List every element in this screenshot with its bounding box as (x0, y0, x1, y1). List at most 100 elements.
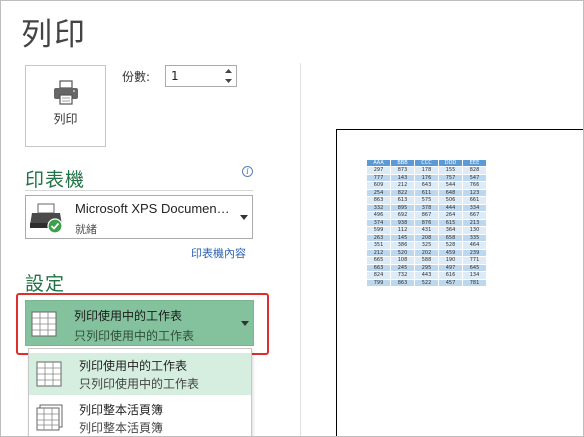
preview-cell: 334 (462, 203, 487, 212)
printer-properties-link[interactable]: 印表機內容 (191, 245, 246, 261)
preview-cell: 443 (414, 271, 439, 280)
preview-cell: 506 (438, 196, 463, 205)
preview-cell: 351 (366, 241, 391, 250)
preview-cell: 378 (414, 203, 439, 212)
option-title: 列印整本活頁簿 (79, 403, 164, 417)
preview-table: AAA BBB CCC DDD EEE 297 873 178 155 828 777 143 176… (366, 159, 487, 287)
preview-cell: 464 (462, 241, 487, 250)
preview-cell: 665 (366, 256, 391, 265)
option-active-sheets[interactable]: 列印使用中的工作表 只列印使用中的工作表 (29, 353, 251, 395)
printer-icon (54, 80, 78, 105)
option-title: 列印使用中的工作表 (79, 359, 188, 373)
preview-cell: 777 (366, 173, 391, 182)
preview-cell: 254 (366, 188, 391, 197)
preview-cell: 613 (390, 196, 415, 205)
printer-divider (25, 190, 253, 191)
preview-cell: 457 (438, 278, 463, 287)
preview-row: 777 143 176 757 547 (366, 173, 487, 182)
preview-cell: 938 (390, 218, 415, 227)
preview-row: 351 386 325 528 464 (366, 241, 487, 250)
copies-input[interactable]: 1 (165, 65, 237, 87)
preview-cell: 609 (366, 181, 391, 190)
print-scope-menu: 列印使用中的工作表 只列印使用中的工作表 列印整本活頁簿 列印整本活頁簿 (28, 348, 252, 436)
preview-row: 374 938 876 615 213 (366, 218, 487, 227)
preview-cell: 145 (390, 233, 415, 242)
preview-cell: 544 (438, 181, 463, 190)
preview-cell: 867 (414, 211, 439, 220)
printer-name: Microsoft XPS Documen… (75, 201, 230, 216)
preview-cell: 155 (438, 166, 463, 175)
preview-row: 863 613 575 506 661 (366, 196, 487, 205)
page-title: 列印 (21, 17, 87, 53)
preview-cell: 522 (414, 278, 439, 287)
preview-cell: 863 (390, 278, 415, 287)
chevron-down-icon (240, 215, 248, 220)
preview-row: 799 863 522 457 781 (366, 278, 487, 287)
preview-row: 212 520 202 459 239 (366, 248, 487, 257)
worksheet-icon (36, 361, 62, 387)
preview-cell: 873 (390, 166, 415, 175)
preview-cell: 245 (390, 263, 415, 272)
preview-cell: 643 (414, 181, 439, 190)
preview-cell: 616 (438, 271, 463, 280)
preview-cell: 895 (390, 203, 415, 212)
preview-row: 824 732 443 616 134 (366, 271, 487, 280)
preview-cell: 364 (438, 226, 463, 235)
option-subtitle: 列印整本活頁簿 (79, 421, 164, 435)
preview-cell: 876 (414, 218, 439, 227)
preview-cell: 822 (390, 188, 415, 197)
printer-ready-icon (30, 203, 63, 234)
preview-cell: 263 (366, 233, 391, 242)
printer-select[interactable]: Microsoft XPS Documen… 就緒 (25, 195, 253, 239)
preview-cell: 325 (414, 241, 439, 250)
preview-row: 297 873 178 155 828 (366, 166, 487, 175)
preview-cell: 208 (414, 233, 439, 242)
preview-cell: 648 (438, 188, 463, 197)
preview-cell: 528 (438, 241, 463, 250)
preview-cell: 781 (462, 278, 487, 287)
preview-row: 599 112 431 364 130 (366, 226, 487, 235)
preview-cell: 444 (438, 203, 463, 212)
preview-cell: 663 (366, 263, 391, 272)
preview-cell: 496 (366, 211, 391, 220)
preview-cell: 239 (462, 248, 487, 257)
preview-header-cell: AAA (366, 159, 391, 167)
preview-cell: 771 (462, 256, 487, 265)
info-icon[interactable]: i (242, 166, 253, 177)
preview-cell: 575 (414, 196, 439, 205)
preview-cell: 108 (390, 256, 415, 265)
option-entire-workbook[interactable]: 列印整本活頁簿 列印整本活頁簿 (29, 397, 251, 436)
preview-cell: 588 (414, 256, 439, 265)
preview-cell: 645 (462, 263, 487, 272)
preview-cell: 431 (414, 226, 439, 235)
preview-row: 665 108 588 190 771 (366, 256, 487, 265)
preview-cell: 520 (390, 248, 415, 257)
preview-row: 254 822 611 648 123 (366, 188, 487, 197)
preview-cell: 661 (462, 196, 487, 205)
preview-cell: 386 (390, 241, 415, 250)
preview-cell: 615 (438, 218, 463, 227)
preview-cell: 178 (414, 166, 439, 175)
preview-cell: 212 (366, 248, 391, 257)
preview-cell: 599 (366, 226, 391, 235)
preview-cell: 374 (366, 218, 391, 227)
preview-cell: 611 (414, 188, 439, 197)
preview-cell: 335 (462, 233, 487, 242)
spin-down-icon[interactable] (222, 76, 235, 86)
preview-header-cell: CCC (414, 159, 439, 167)
preview-cell: 692 (390, 211, 415, 220)
preview-cell: 658 (438, 233, 463, 242)
preview-cell: 332 (366, 203, 391, 212)
preview-cell: 497 (438, 263, 463, 272)
option-subtitle: 只列印使用中的工作表 (79, 377, 200, 391)
preview-cell: 766 (462, 181, 487, 190)
spin-up-icon[interactable] (222, 66, 235, 76)
preview-cell: 143 (390, 173, 415, 182)
print-button[interactable]: 列印 (25, 65, 106, 147)
workbook-icon (36, 404, 63, 431)
preview-header-cell: DDD (438, 159, 463, 167)
preview-row: 496 692 867 264 667 (366, 211, 487, 220)
preview-header-cell: BBB (390, 159, 415, 167)
preview-cell: 824 (366, 271, 391, 280)
preview-row: 263 145 208 658 335 (366, 233, 487, 242)
